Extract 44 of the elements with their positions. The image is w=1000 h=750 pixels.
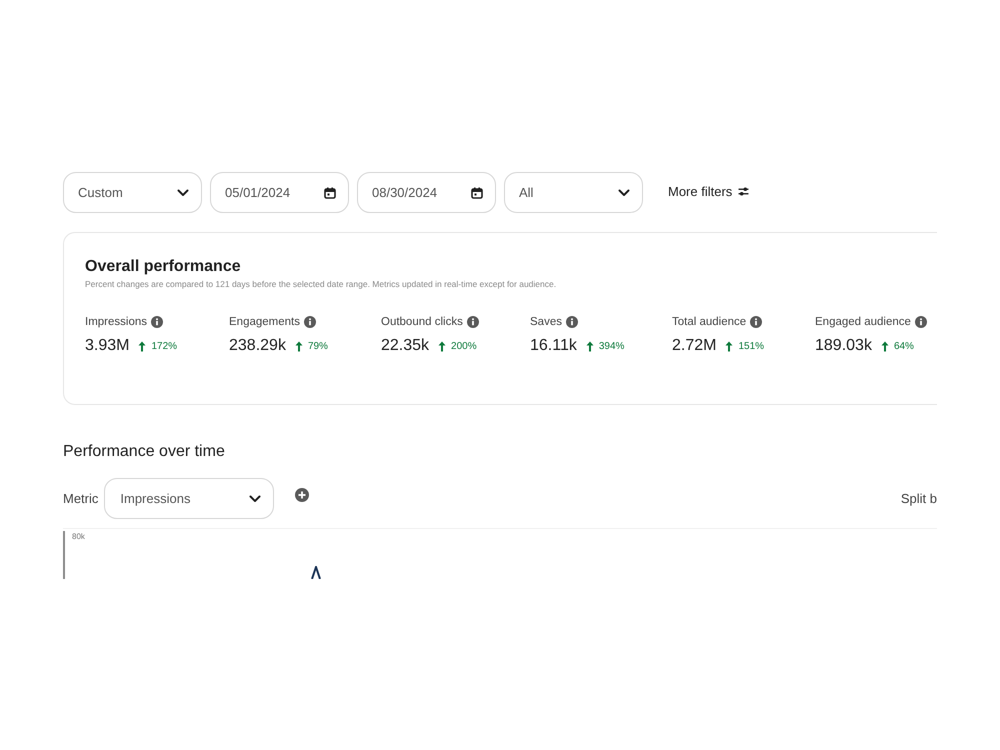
metric-label: Total audience <box>672 316 746 328</box>
metric-change: 200% <box>451 340 477 352</box>
info-icon[interactable] <box>914 316 927 328</box>
metric-value: 189.03k <box>815 337 872 355</box>
sliders-icon <box>738 187 750 196</box>
metric-dropdown[interactable]: Impressions <box>104 478 274 519</box>
chevron-down-icon <box>177 188 189 196</box>
info-icon[interactable] <box>750 316 762 328</box>
calendar-icon <box>471 186 483 198</box>
metric-label: Engagements <box>229 316 300 328</box>
metric-value: 22.35k <box>381 337 430 355</box>
metric-value: 238.29k <box>229 337 286 355</box>
add-icon[interactable] <box>295 488 310 502</box>
metric-label: Outbound clicks <box>381 316 463 328</box>
chevron-down-icon <box>249 494 262 502</box>
metric-value: 16.11k <box>530 337 577 355</box>
more-filters-button[interactable]: More filters <box>668 184 750 199</box>
metric-value: 2.72M <box>672 337 716 355</box>
metric-change: 172% <box>151 340 178 352</box>
y-axis-label: 80k <box>72 532 85 541</box>
metric-label: Metric <box>63 491 98 506</box>
dropdown[interactable]: All <box>504 172 643 213</box>
info-icon[interactable] <box>466 316 479 328</box>
metric-label: Engaged audience <box>815 316 911 328</box>
info-icon[interactable] <box>566 316 578 328</box>
info-icon[interactable] <box>151 316 163 328</box>
calendar-icon <box>324 186 336 198</box>
card-title: Overall performance <box>85 257 242 277</box>
metric-label: Saves <box>530 316 562 328</box>
metric-change: 79% <box>308 340 328 352</box>
line-chart-drawing <box>311 566 321 579</box>
dropdown[interactable]: Custom <box>63 172 202 213</box>
metric-label: Impressions <box>85 316 147 328</box>
split-by-label: Split b <box>900 491 937 506</box>
metric-change: 151% <box>738 340 764 352</box>
chevron-down-icon <box>618 188 630 196</box>
date-field[interactable]: 05/01/2024 <box>210 172 349 213</box>
date-field[interactable]: 08/30/2024 <box>357 172 496 213</box>
metric-change: 64% <box>894 340 914 352</box>
metric-change: 394% <box>598 340 624 352</box>
metric-value: 3.93M <box>85 337 130 355</box>
info-icon[interactable] <box>304 316 316 328</box>
section-title: Performance over time <box>63 442 226 462</box>
card-note: Percent changes are compared to 121 days before the selected date range. Metrics updated in real-time except for audience. <box>85 278 558 290</box>
